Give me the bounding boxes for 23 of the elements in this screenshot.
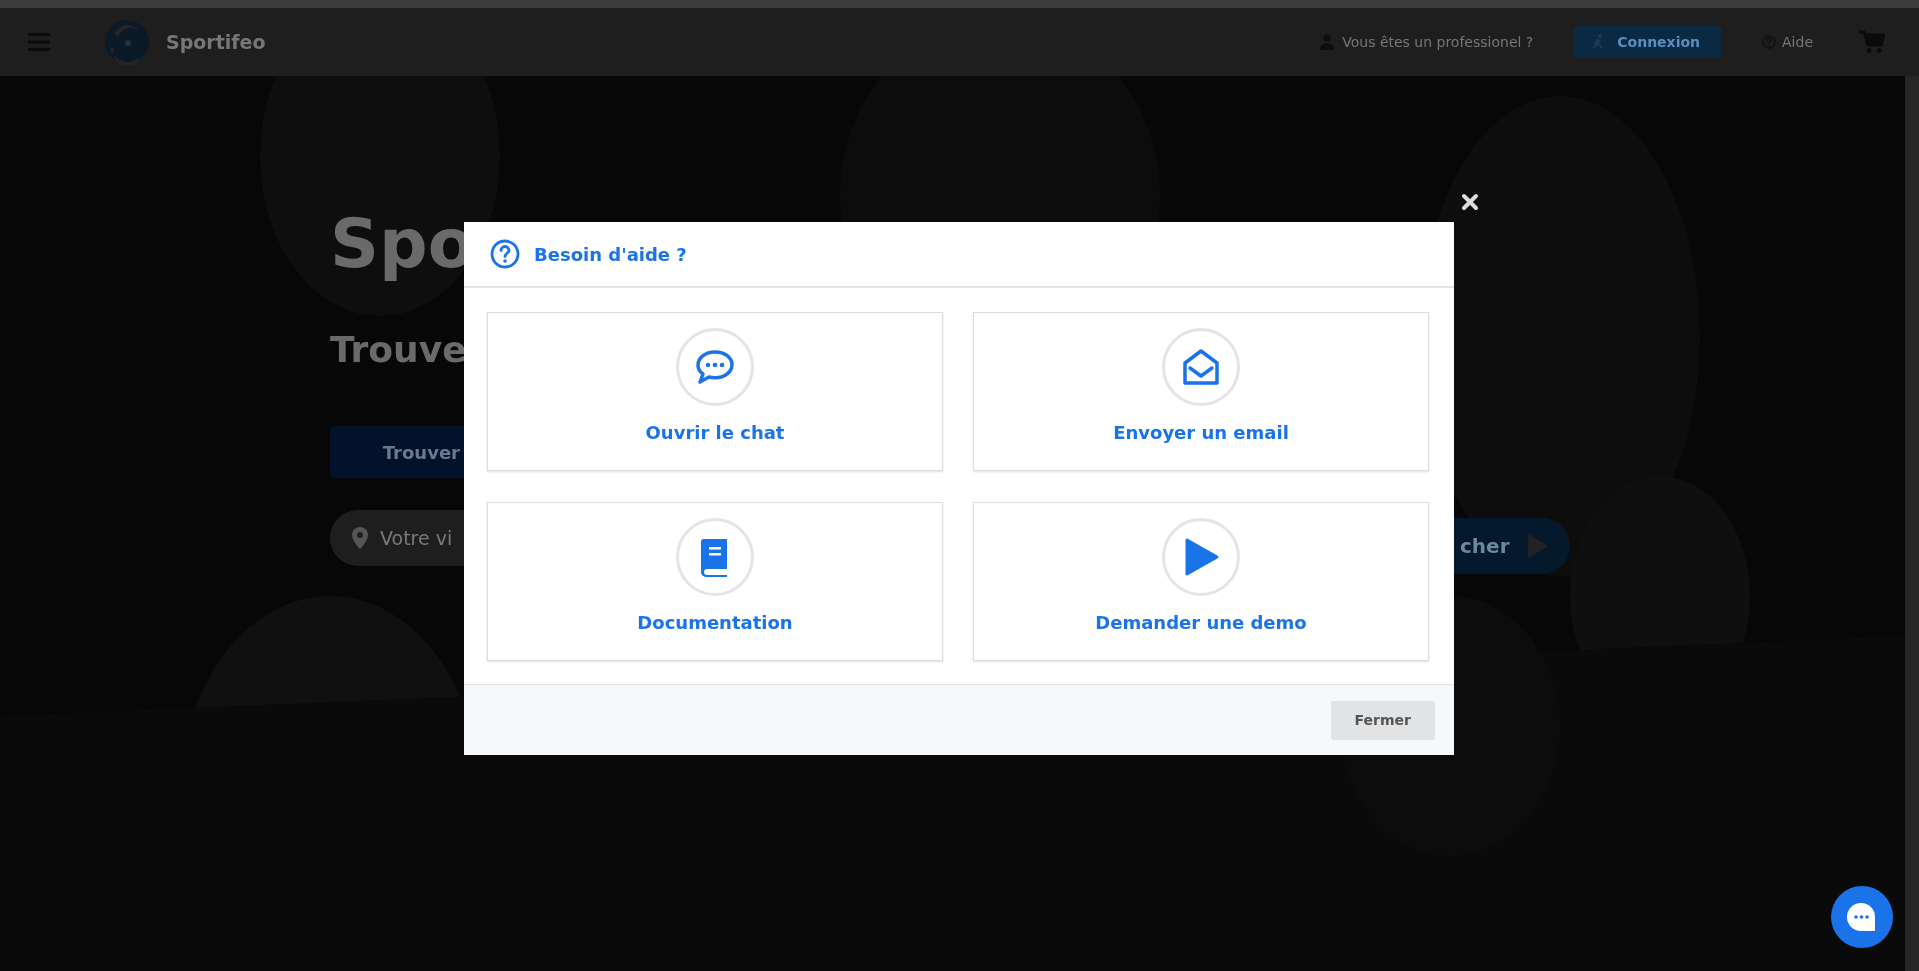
login-button[interactable]: Connexion (1573, 26, 1723, 58)
brand-name[interactable]: Sportifeo (166, 31, 266, 53)
location-pin-icon (352, 527, 368, 549)
envelope-icon (1181, 347, 1221, 387)
city-search-field[interactable]: Votre vi (330, 510, 464, 566)
dialog-title: Besoin d'aide ? (534, 243, 687, 265)
help-link[interactable]: Aide (1782, 34, 1813, 50)
hero-subtitle: Trouve (330, 328, 464, 372)
help-icon (490, 239, 520, 269)
chat-bubble-icon (1846, 902, 1878, 932)
hero-title: Spo (330, 204, 464, 284)
help-option-card[interactable]: Demander une demo (973, 502, 1429, 661)
search-button[interactable]: cher (1454, 518, 1570, 574)
find-button[interactable]: Trouver (330, 426, 464, 478)
logo-icon[interactable] (104, 19, 150, 65)
play-icon (1527, 534, 1548, 558)
help-option-card[interactable]: Documentation (487, 502, 943, 661)
close-button[interactable]: Fermer (1330, 700, 1435, 740)
help-option-card[interactable]: Ouvrir le chat (487, 312, 943, 471)
pro-link[interactable]: Vous êtes un professionel ? (1342, 34, 1534, 50)
close-icon[interactable] (1461, 193, 1479, 211)
help-option-card[interactable]: Envoyer un email (973, 312, 1429, 471)
chat-bubble-icon (695, 347, 735, 387)
